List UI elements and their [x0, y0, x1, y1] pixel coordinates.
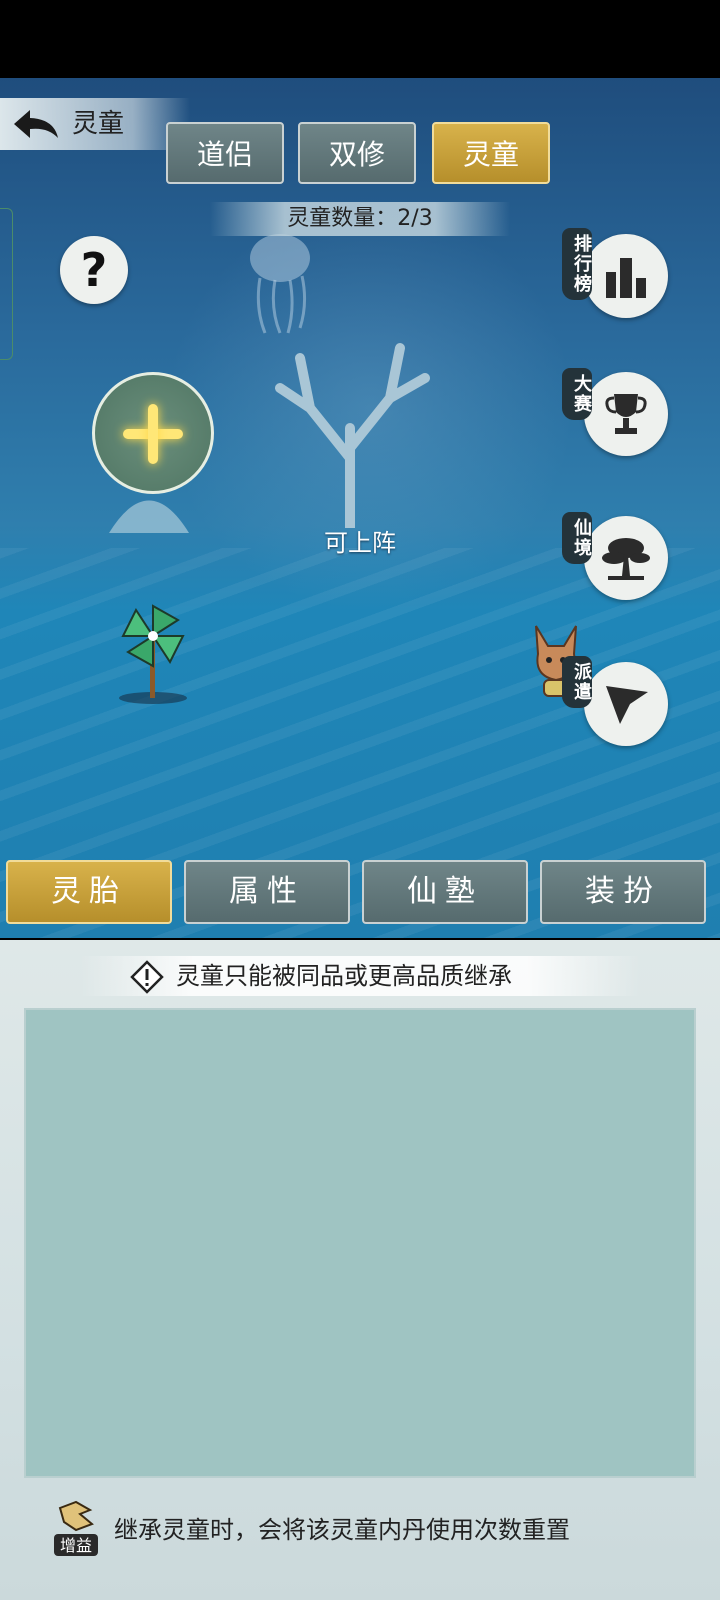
inherit-panel: 灵童只能被同品或更高品质继承 增益 继承灵童时，会将该灵童内丹使用次数重置 — [0, 940, 720, 1600]
inherit-content-area — [24, 1008, 696, 1478]
back-arrow-icon[interactable] — [10, 106, 62, 142]
footer-note-text: 继承灵童时，会将该灵童内丹使用次数重置 — [114, 1516, 570, 1544]
back-bar[interactable]: 灵童 — [0, 98, 190, 150]
boost-badge-text: 增益 — [60, 1536, 92, 1555]
page-title: 灵童 — [72, 109, 125, 139]
left-edge-tab[interactable] — [0, 208, 13, 360]
trophy-icon — [605, 394, 647, 434]
question-icon: ? — [80, 243, 108, 297]
ranking-button[interactable] — [584, 234, 668, 318]
wonderland-label: 仙境 — [562, 512, 592, 564]
dispatch-label: 派遣 — [562, 656, 592, 708]
boost-icon: 增益 — [54, 1500, 98, 1556]
dispatch-button[interactable] — [584, 662, 668, 746]
count-bar: 灵童数量：2/3 — [210, 202, 510, 236]
ranking-label: 排行榜 — [562, 228, 592, 300]
plus-bar-vertical — [148, 404, 158, 464]
contest-button[interactable] — [584, 372, 668, 456]
notice-bar: 灵童只能被同品或更高品质继承 — [80, 956, 640, 996]
lingtong-count: 灵童数量：2/3 — [287, 206, 433, 231]
coral-decoration — [275, 343, 430, 528]
contest-label: 大赛 — [562, 368, 592, 420]
warning-icon — [130, 960, 164, 994]
flag-icon — [606, 686, 648, 724]
slot-status-text: 可上阵 — [324, 529, 396, 557]
footer-note: 增益 继承灵童时，会将该灵童内丹使用次数重置 — [50, 1500, 690, 1560]
tab-xianshu[interactable]: 仙塾 — [362, 860, 528, 924]
ranking-icon — [606, 258, 646, 298]
jellyfish-decoration — [250, 234, 310, 334]
tab-attributes[interactable]: 属性 — [184, 860, 350, 924]
status-bar — [0, 0, 720, 78]
tab-dressup[interactable]: 装扮 — [540, 860, 706, 924]
inherit-notice: 灵童只能被同品或更高品质继承 — [176, 962, 512, 990]
tab-lingtai[interactable]: 灵胎 — [6, 860, 172, 924]
tab-daolv[interactable]: 道侣 — [166, 122, 284, 184]
add-slot-button[interactable] — [92, 372, 214, 494]
pinwheel-item[interactable] — [108, 600, 198, 710]
tree-icon — [602, 538, 650, 580]
wonderland-button[interactable] — [584, 516, 668, 600]
help-button[interactable]: ? — [60, 236, 128, 304]
tab-lingtong[interactable]: 灵童 — [432, 122, 550, 184]
tab-shuangxiu[interactable]: 双修 — [298, 122, 416, 184]
